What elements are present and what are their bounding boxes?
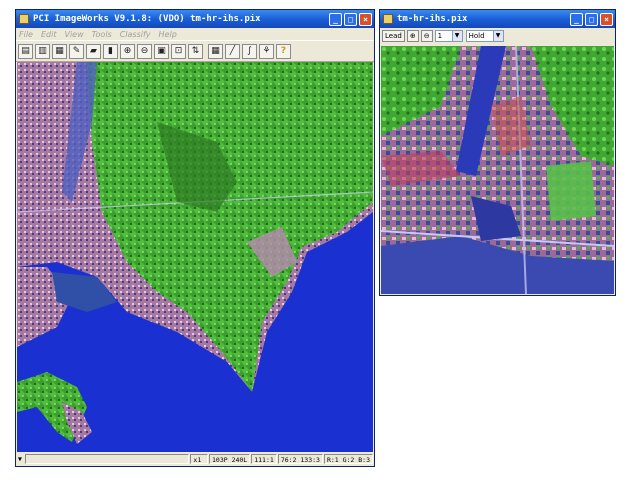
chevron-down-icon: ▼ xyxy=(492,31,503,41)
satellite-image xyxy=(17,62,373,452)
maximize-button[interactable]: □ xyxy=(344,12,357,26)
curve-icon[interactable]: ∫ xyxy=(242,43,257,59)
save-icon[interactable]: ▦ xyxy=(52,43,67,59)
menu-classify[interactable]: Classify xyxy=(120,30,151,39)
main-toolbar: ▤ ▥ ▦ ✎ ▰ ▮ ⊕ ⊖ ▣ ⊡ ⇅ ▦ ╱ ∫ ⚘ ? xyxy=(16,40,374,62)
close-button[interactable]: × xyxy=(359,12,372,26)
menu-tools[interactable]: Tools xyxy=(92,30,112,39)
app-icon xyxy=(19,14,29,24)
menu-bar: File Edit View Tools Classify Help xyxy=(16,28,374,40)
view-maximize-button[interactable]: □ xyxy=(585,12,598,26)
open-folder-icon[interactable]: ▤ xyxy=(18,43,33,59)
main-window-title: PCI ImageWorks V9.1.8: (VDO) tm-hr-ihs.p… xyxy=(33,14,261,24)
zoom-select[interactable]: 1 ▼ xyxy=(434,30,463,42)
transform-icon[interactable]: ⚘ xyxy=(259,43,274,59)
zoom-fit-icon[interactable]: ▣ xyxy=(154,43,169,59)
view-titlebar[interactable]: tm-hr-ihs.pix _ □ × xyxy=(380,10,615,28)
zoom-select-value: 1 xyxy=(437,32,443,40)
status-zoom: x1 xyxy=(190,454,208,464)
status-rgb: R:1 G:2 B:3 xyxy=(323,454,373,464)
minimize-button[interactable]: _ xyxy=(329,12,342,26)
view-app-icon xyxy=(383,14,393,24)
menu-help[interactable]: Help xyxy=(159,30,177,39)
view-minimize-button[interactable]: _ xyxy=(570,12,583,26)
zoom-in-icon[interactable]: ⊕ xyxy=(406,30,419,42)
brush-icon[interactable]: ▰ xyxy=(86,43,101,59)
mode-select[interactable]: Hold ▼ xyxy=(465,30,504,42)
pencil-icon[interactable]: ✎ xyxy=(69,43,84,59)
main-titlebar[interactable]: PCI ImageWorks V9.1.8: (VDO) tm-hr-ihs.p… xyxy=(16,10,374,28)
zoom-region-icon[interactable]: ⊡ xyxy=(171,43,186,59)
zoom-out-icon[interactable]: ⊖ xyxy=(137,43,152,59)
histogram-icon[interactable]: ▮ xyxy=(103,43,118,59)
status-values: 76:2 133:3 xyxy=(277,454,323,464)
menu-view[interactable]: View xyxy=(64,30,83,39)
main-window: PCI ImageWorks V9.1.8: (VDO) tm-hr-ihs.p… xyxy=(15,9,375,467)
status-arrow[interactable]: ▼ xyxy=(16,454,24,464)
status-message xyxy=(24,454,190,464)
help-icon[interactable]: ? xyxy=(276,43,291,59)
status-channels: 111:1 xyxy=(251,454,277,464)
lead-button[interactable]: Lead xyxy=(382,30,405,42)
chevron-down-icon: ▼ xyxy=(451,31,462,41)
zoomed-satellite-image xyxy=(381,46,614,294)
view-window: tm-hr-ihs.pix _ □ × Lead ⊕ ⊖ 1 ▼ Hold ▼ xyxy=(379,9,616,296)
status-position: 103P 240L xyxy=(209,454,251,464)
view-image-canvas[interactable] xyxy=(381,46,614,294)
calculator-icon[interactable]: ▦ xyxy=(208,43,223,59)
mode-select-value: Hold xyxy=(468,32,485,40)
view-window-title: tm-hr-ihs.pix xyxy=(397,14,468,24)
status-bar: ▼ x1 103P 240L 111:1 76:2 133:3 R:1 G:2 … xyxy=(16,452,374,466)
rgb-icon[interactable]: ⇅ xyxy=(188,43,203,59)
main-image-canvas[interactable] xyxy=(17,62,373,452)
line-icon[interactable]: ╱ xyxy=(225,43,240,59)
menu-file[interactable]: File xyxy=(19,30,33,39)
open-file-icon[interactable]: ▥ xyxy=(35,43,50,59)
view-toolbar: Lead ⊕ ⊖ 1 ▼ Hold ▼ xyxy=(380,28,615,44)
view-close-button[interactable]: × xyxy=(600,12,613,26)
zoom-in-icon[interactable]: ⊕ xyxy=(120,43,135,59)
zoom-out-icon[interactable]: ⊖ xyxy=(420,30,433,42)
menu-edit[interactable]: Edit xyxy=(41,30,57,39)
